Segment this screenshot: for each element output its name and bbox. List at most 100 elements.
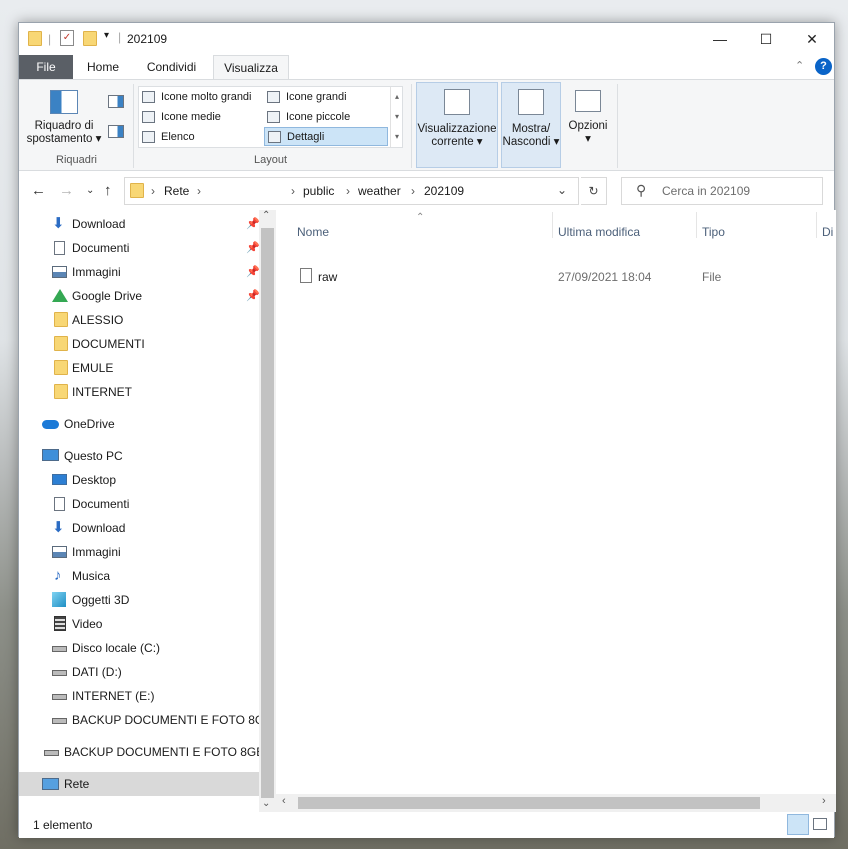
- refresh-button[interactable]: ↻: [581, 177, 607, 205]
- nav-item-internet-e[interactable]: INTERNET (E:): [19, 684, 259, 708]
- show-hide-button[interactable]: Mostra/ Nascondi ▾: [501, 82, 561, 168]
- nav-item-download[interactable]: ⬇ Download 📌: [19, 212, 259, 236]
- properties-icon[interactable]: ✓: [60, 30, 74, 46]
- google-drive-icon: [52, 289, 68, 302]
- address-dropdown-icon[interactable]: ⌄: [557, 183, 567, 197]
- pin-icon[interactable]: 📌: [246, 284, 259, 308]
- details-view-icon[interactable]: [787, 814, 809, 835]
- nav-item-this-pc[interactable]: Questo PC: [19, 444, 259, 468]
- nav-item-pc-download[interactable]: ⬇ Download: [19, 516, 259, 540]
- breadcrumb-item[interactable]: weather: [358, 184, 401, 198]
- nav-item-video[interactable]: Video: [19, 612, 259, 636]
- customize-toolbar-icon[interactable]: ▾: [104, 30, 109, 41]
- search-box[interactable]: ⚲ Cerca in 202109: [621, 177, 823, 205]
- pin-icon[interactable]: 📌: [246, 212, 259, 236]
- collapse-ribbon-icon[interactable]: ⌃: [795, 59, 804, 72]
- address-bar[interactable]: › Rete › › public › weather › 202109 ⌄: [124, 177, 579, 205]
- details-pane-icon[interactable]: [108, 125, 124, 138]
- nav-item-emule[interactable]: EMULE: [19, 356, 259, 380]
- folder-icon: [28, 31, 42, 46]
- column-header-name[interactable]: Nome: [297, 225, 329, 239]
- pin-icon[interactable]: 📌: [246, 236, 259, 260]
- column-divider[interactable]: [696, 212, 697, 238]
- nav-item-backup-pc[interactable]: BACKUP DOCUMENTI E FOTO 8GB (: [19, 708, 259, 732]
- column-header-type[interactable]: Tipo: [702, 225, 725, 239]
- options-button[interactable]: Opzioni ▾: [564, 82, 612, 168]
- maximize-button[interactable]: ☐: [743, 23, 789, 55]
- show-hide-label: Mostra/ Nascondi: [502, 123, 551, 148]
- nav-item-rete[interactable]: Rete: [19, 772, 259, 796]
- nav-item-backup-external[interactable]: BACKUP DOCUMENTI E FOTO 8GB (H: [19, 740, 259, 764]
- layout-list[interactable]: Elenco: [139, 128, 263, 147]
- pin-icon[interactable]: 📌: [246, 260, 259, 284]
- current-view-button[interactable]: Visualizzazione corrente ▾: [416, 82, 498, 168]
- nav-item-oggetti-3d[interactable]: Oggetti 3D: [19, 588, 259, 612]
- column-divider[interactable]: [552, 212, 553, 238]
- scroll-left-icon[interactable]: ‹: [282, 795, 286, 807]
- tab-share[interactable]: Condividi: [134, 55, 209, 79]
- minimize-button[interactable]: —: [697, 23, 743, 55]
- nav-item-disco-c[interactable]: Disco locale (C:): [19, 636, 259, 660]
- forward-arrow-icon[interactable]: →: [59, 182, 74, 199]
- layout-medium-icons[interactable]: Icone medie: [139, 108, 263, 127]
- nav-item-desktop[interactable]: Desktop: [19, 468, 259, 492]
- nav-item-internet[interactable]: INTERNET: [19, 380, 259, 404]
- up-arrow-icon[interactable]: ↑: [104, 182, 112, 199]
- gallery-scroll[interactable]: ▴ ▾ ▾: [390, 87, 403, 147]
- large-icons-view-icon[interactable]: [813, 818, 827, 830]
- nav-item-documenti-folder[interactable]: DOCUMENTI: [19, 332, 259, 356]
- drive-icon: [52, 670, 67, 676]
- crumb-separator: ›: [151, 184, 155, 198]
- scroll-right-icon[interactable]: ›: [822, 795, 826, 807]
- column-divider[interactable]: [816, 212, 817, 238]
- recent-locations-icon[interactable]: ⌄: [86, 185, 94, 196]
- scrollbar-thumb[interactable]: [298, 797, 760, 809]
- scrollbar-thumb[interactable]: [261, 228, 274, 798]
- new-folder-icon[interactable]: [83, 31, 97, 46]
- layout-small-icons[interactable]: Icone piccole: [264, 108, 388, 127]
- nav-item-dati-d[interactable]: DATI (D:): [19, 660, 259, 684]
- scroll-down-icon[interactable]: ⌄: [262, 798, 270, 809]
- nav-item-onedrive[interactable]: OneDrive: [19, 412, 259, 436]
- nav-item-documenti[interactable]: Documenti 📌: [19, 236, 259, 260]
- cloud-icon: [42, 420, 59, 429]
- tab-view[interactable]: Visualizza: [213, 55, 289, 80]
- nav-item-musica[interactable]: ♪ Musica: [19, 564, 259, 588]
- column-header-size[interactable]: Di: [822, 225, 833, 239]
- table-row[interactable]: raw 27/09/2021 18:04 File: [294, 265, 834, 287]
- nav-item-pc-documenti[interactable]: Documenti: [19, 492, 259, 516]
- tab-home[interactable]: Home: [76, 55, 130, 79]
- preview-pane-icon[interactable]: [108, 95, 124, 108]
- medium-icons-icon: [142, 111, 155, 123]
- ribbon-tabs: File Home Condividi Visualizza ⌃ ?: [19, 55, 834, 80]
- nav-item-alessio[interactable]: ALESSIO: [19, 308, 259, 332]
- folder-icon: [54, 360, 68, 375]
- panes-group-label: Riquadri: [56, 154, 97, 166]
- crumb-separator: ›: [197, 184, 201, 198]
- ribbon-separator: [411, 84, 412, 168]
- download-arrow-icon: ⬇: [52, 215, 65, 232]
- folder-icon: [54, 336, 68, 351]
- file-list-hscrollbar[interactable]: ‹ ›: [276, 794, 836, 812]
- navigation-pane: ⬇ Download 📌 Documenti 📌 Immagini 📌 Goog…: [19, 210, 276, 812]
- breadcrumb-item[interactable]: public: [303, 184, 334, 198]
- status-bar: 1 elemento: [19, 812, 834, 838]
- layout-extra-large-icons[interactable]: Icone molto grandi: [139, 88, 263, 107]
- tab-file[interactable]: File: [19, 55, 73, 79]
- network-icon: [42, 778, 59, 790]
- layout-large-icons[interactable]: Icone grandi: [264, 88, 388, 107]
- navigation-pane-button[interactable]: Riquadro di spostamento ▾: [25, 86, 103, 150]
- nav-item-immagini[interactable]: Immagini 📌: [19, 260, 259, 284]
- layout-details[interactable]: Dettagli: [264, 127, 388, 146]
- nav-item-pc-immagini[interactable]: Immagini: [19, 540, 259, 564]
- scroll-up-icon[interactable]: ⌃: [262, 210, 270, 221]
- breadcrumb-item[interactable]: 202109: [424, 184, 464, 198]
- close-button[interactable]: ✕: [789, 23, 835, 55]
- column-header-modified[interactable]: Ultima modifica: [558, 225, 640, 239]
- nav-pane-scrollbar[interactable]: ⌃ ⌄: [259, 210, 276, 812]
- back-arrow-icon[interactable]: ←: [31, 182, 46, 199]
- drive-icon: [52, 694, 67, 700]
- breadcrumb-item[interactable]: Rete: [164, 184, 189, 198]
- nav-item-google-drive[interactable]: Google Drive 📌: [19, 284, 259, 308]
- help-icon[interactable]: ?: [815, 58, 832, 75]
